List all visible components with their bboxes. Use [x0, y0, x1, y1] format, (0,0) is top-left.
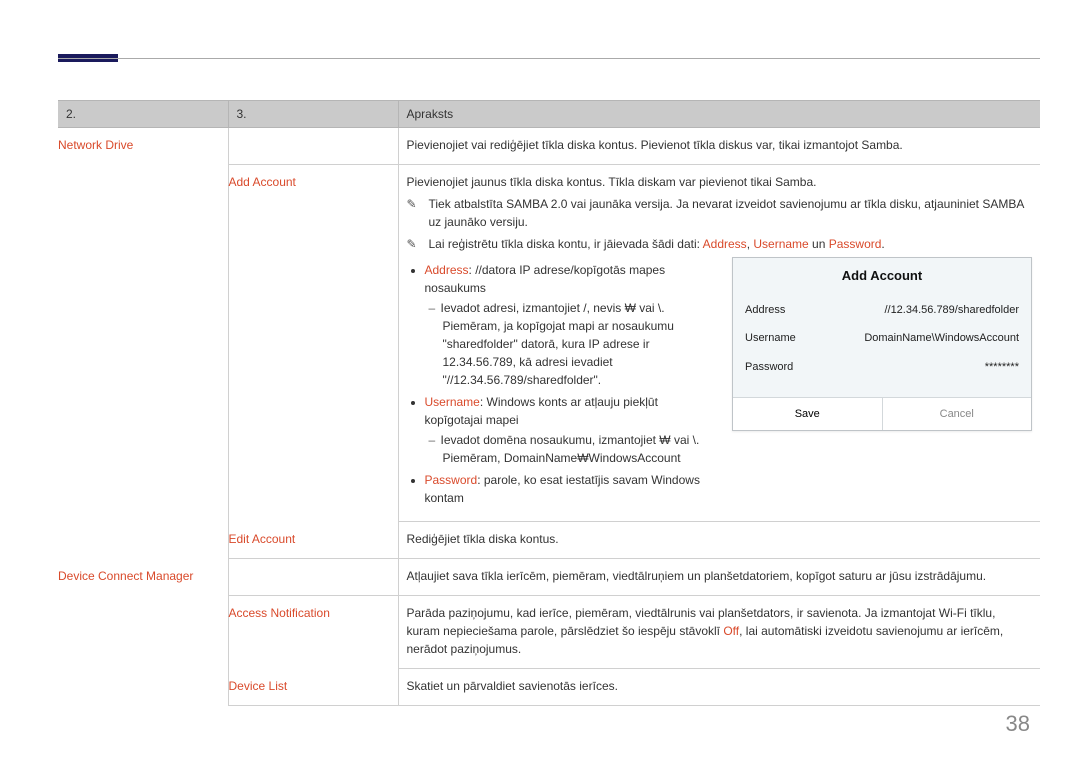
content: 2. 3. Apraksts Network Drive Pievienojie… [58, 100, 1040, 706]
col-header-2: 3. [228, 101, 398, 128]
device-list-label: Device List [229, 679, 288, 693]
network-drive-desc: Pievienojiet vai rediģējiet tīkla diska … [398, 128, 1040, 165]
dialog-username-label: Username [745, 330, 796, 347]
note-text: Tiek atbalstīta SAMBA 2.0 vai jaunāka ve… [429, 195, 1033, 231]
dialog-row-username: Username DomainName\WindowsAccount [745, 324, 1019, 353]
pencil-icon: ✎ [407, 235, 421, 253]
dialog-password-label: Password [745, 359, 793, 376]
network-drive-label: Network Drive [58, 138, 133, 152]
table-row: Device Connect Manager Atļaujiet sava tī… [58, 559, 1040, 596]
col-header-1: 2. [58, 101, 228, 128]
dialog-address-label: Address [745, 302, 785, 319]
device-connect-manager-desc: Atļaujiet sava tīkla ierīcēm, piemēram, … [398, 559, 1040, 596]
edit-account-desc: Rediģējiet tīkla diska kontus. [398, 522, 1040, 559]
device-connect-manager-label: Device Connect Manager [58, 569, 193, 583]
dialog-title: Add Account [733, 258, 1031, 292]
list-item: Username: Windows konts ar atļauju piekļ… [425, 393, 719, 467]
access-notification-label: Access Notification [229, 606, 330, 620]
pencil-icon: ✎ [407, 195, 421, 231]
cancel-button[interactable]: Cancel [882, 398, 1032, 430]
add-account-label: Add Account [229, 175, 296, 189]
dialog-username-value[interactable]: DomainName\WindowsAccount [864, 330, 1019, 347]
header-rule [58, 58, 1040, 59]
access-notification-desc: Parāda paziņojumu, kad ierīce, piemēram,… [398, 596, 1040, 669]
device-list-desc: Skatiet un pārvaldiet savienotās ierīces… [398, 669, 1040, 706]
note-text: Lai reģistrētu tīkla diska kontu, ir jāi… [429, 235, 1033, 253]
dialog-row-password: Password ******** [745, 353, 1019, 382]
table-row: Network Drive Pievienojiet vai rediģējie… [58, 128, 1040, 165]
list-item: Password: parole, ko esat iestatījis sav… [425, 471, 719, 507]
dialog-address-value[interactable]: //12.34.56.789/sharedfolder [884, 302, 1019, 319]
table-header-row: 2. 3. Apraksts [58, 101, 1040, 128]
edit-account-label: Edit Account [229, 532, 296, 546]
list-item: Ievadot adresi, izmantojiet /, nevis ₩ v… [443, 299, 719, 389]
note: ✎ Lai reģistrētu tīkla diska kontu, ir j… [407, 235, 1033, 253]
add-account-dialog: Add Account Address //12.34.56.789/share… [732, 257, 1032, 431]
page-number: 38 [1006, 711, 1030, 737]
save-button[interactable]: Save [733, 398, 882, 430]
dialog-row-address: Address //12.34.56.789/sharedfolder [745, 296, 1019, 325]
dialog-password-value[interactable]: ******** [985, 359, 1019, 376]
note: ✎ Tiek atbalstīta SAMBA 2.0 vai jaunāka … [407, 195, 1033, 231]
field-list: Address: //datora IP adrese/kopīgotās ma… [407, 261, 719, 507]
settings-table: 2. 3. Apraksts Network Drive Pievienojie… [58, 100, 1040, 706]
list-item: Ievadot domēna nosaukumu, izmantojiet ₩ … [443, 431, 719, 467]
col-header-3: Apraksts [398, 101, 1040, 128]
add-account-desc: Pievienojiet jaunus tīkla diska kontus. … [407, 173, 1033, 191]
page: 2. 3. Apraksts Network Drive Pievienojie… [0, 0, 1080, 763]
list-item: Address: //datora IP adrese/kopīgotās ma… [425, 261, 719, 389]
